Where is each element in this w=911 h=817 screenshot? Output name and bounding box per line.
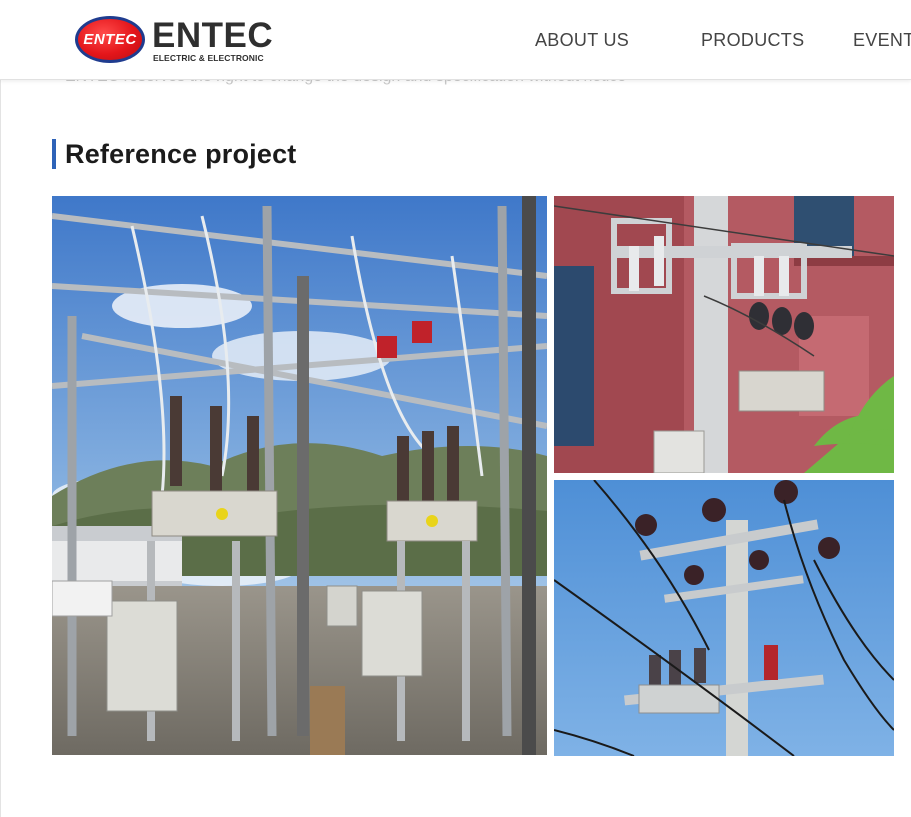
nav-products[interactable]: PRODUCTS [701, 30, 804, 51]
site-header: ENTEC ENTEC ELECTRIC & ELECTRONIC ABOUT … [0, 0, 911, 80]
logo-subtitle: ELECTRIC & ELECTRONIC [153, 53, 264, 63]
overhead-line-switch-photo-image [554, 480, 894, 756]
page: ENTEC reserves the right to change the d… [0, 0, 911, 817]
substation-photo[interactable] [52, 196, 547, 755]
pole-mounted-recloser-photo[interactable] [554, 196, 894, 473]
nav-about-us[interactable]: ABOUT US [535, 30, 629, 51]
page-border [0, 80, 1, 817]
section-title: Reference project [65, 138, 297, 169]
heading-accent-bar [52, 139, 56, 169]
substation-photo-image [52, 196, 547, 755]
section-heading: Reference project [52, 138, 297, 170]
overhead-line-switch-photo[interactable] [554, 480, 894, 756]
main-nav: ABOUT US PRODUCTS EVENT [0, 30, 911, 52]
nav-event[interactable]: EVENT [853, 30, 911, 51]
pole-mounted-recloser-photo-image [554, 196, 894, 473]
